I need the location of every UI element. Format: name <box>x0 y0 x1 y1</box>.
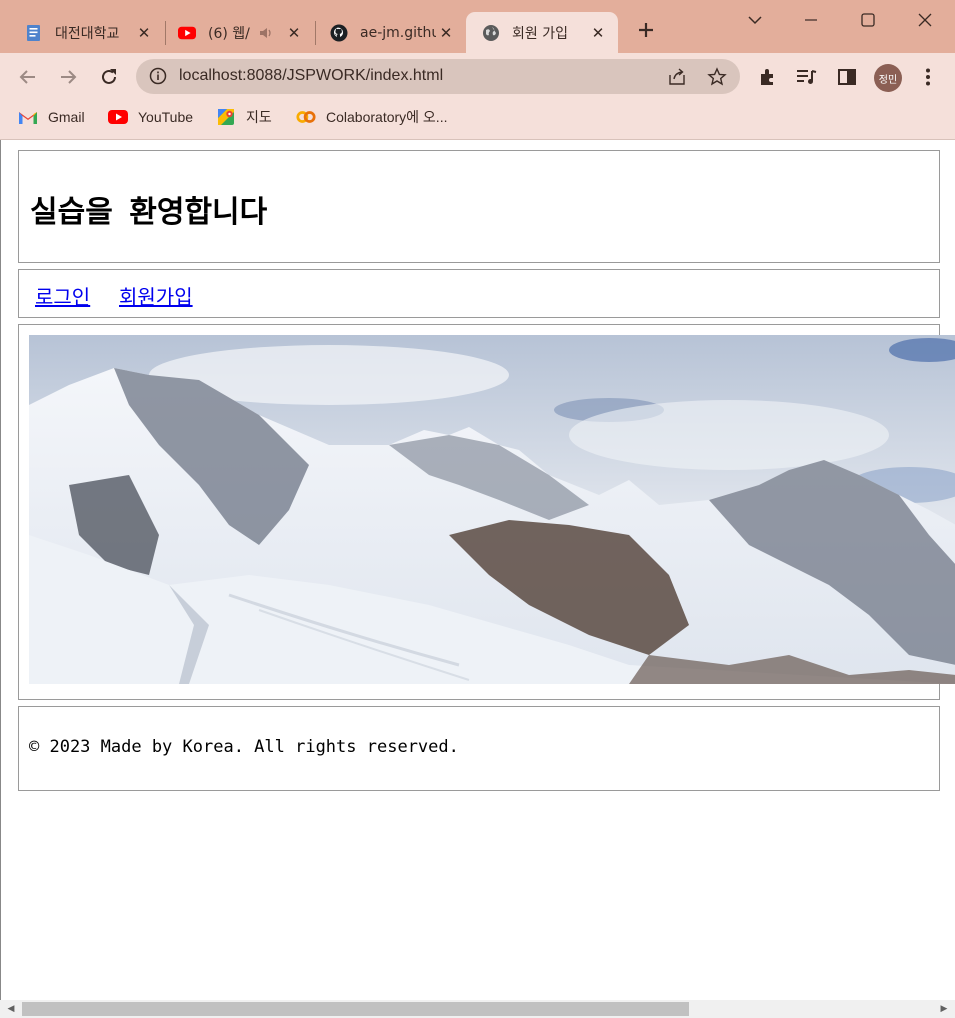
menu-kebab-icon[interactable] <box>916 65 940 89</box>
profile-initials: 정민 <box>878 74 898 86</box>
browser-toolbar: localhost:8088/JSPWORK/index.html 정민 <box>0 53 955 101</box>
tab-title: ae-jm.githu <box>360 24 436 41</box>
bookmark-maps[interactable]: 지도 <box>216 107 272 127</box>
horizontal-scrollbar[interactable]: ◀ ▶ <box>0 1000 955 1018</box>
globe-icon <box>482 24 500 42</box>
tab-youtube[interactable]: (6) 웹/ ✕ <box>162 12 314 53</box>
bookmark-colab[interactable]: Colaboratory에 오... <box>296 107 447 127</box>
bookmarks-bar: Gmail YouTube 지도 Colaboratory에 오... <box>0 101 955 140</box>
minimize-button[interactable] <box>789 6 833 34</box>
side-panel-icon[interactable] <box>835 65 859 89</box>
forward-button[interactable] <box>54 63 82 91</box>
bookmark-gmail[interactable]: Gmail <box>18 107 85 127</box>
close-icon[interactable]: ✕ <box>436 23 456 43</box>
signup-link[interactable]: 회원가입 <box>119 281 193 310</box>
bookmark-label: Gmail <box>48 109 85 125</box>
bookmark-label: YouTube <box>138 109 194 125</box>
page-main <box>18 324 955 700</box>
back-button[interactable] <box>14 63 42 91</box>
maximize-button[interactable] <box>846 6 890 34</box>
colab-icon <box>296 109 316 125</box>
tab-github[interactable]: ae-jm.githu ✕ <box>314 12 466 53</box>
speaker-icon[interactable] <box>256 26 276 40</box>
address-bar[interactable]: localhost:8088/JSPWORK/index.html <box>136 59 740 94</box>
minimize-icon <box>805 19 817 21</box>
scrollbar-thumb[interactable] <box>22 1002 689 1016</box>
github-icon <box>330 24 348 42</box>
arrow-left-icon <box>19 70 35 84</box>
page-nav: 로그인 회원가입 <box>18 269 940 318</box>
profile-avatar[interactable]: 정민 <box>874 64 902 92</box>
media-control-icon[interactable] <box>795 65 819 89</box>
info-icon[interactable] <box>149 67 167 85</box>
mountain-banner-image <box>29 335 955 684</box>
chevron-down-icon <box>748 16 762 25</box>
close-icon[interactable]: ✕ <box>588 23 608 43</box>
close-icon[interactable]: ✕ <box>134 23 154 43</box>
bookmark-label: Colaboratory에 오... <box>326 109 448 125</box>
page-footer: © 2023 Made by Korea. All rights reserve… <box>18 706 940 791</box>
tab-title: (6) 웹/ <box>208 25 250 42</box>
page-title: 실습을 환영합니다 <box>30 195 268 230</box>
close-icon[interactable]: ✕ <box>284 23 304 43</box>
maps-icon <box>216 109 236 125</box>
scroll-left-arrow-icon[interactable]: ◀ <box>2 1000 20 1018</box>
youtube-icon <box>178 24 196 42</box>
bookmark-youtube[interactable]: YouTube <box>108 107 193 127</box>
copyright-text: © 2023 Made by Korea. All rights reserve… <box>29 737 459 757</box>
tab-daejeon-university[interactable]: 대전대학교 ✕ <box>9 12 164 53</box>
tab-title: 대전대학교 <box>55 25 120 42</box>
page-header: 실습을 환영합니다 <box>18 150 940 263</box>
bookmark-label: 지도 <box>246 109 272 125</box>
tab-strip: 대전대학교 ✕ (6) 웹/ ✕ ae-jm.githu ✕ 회원 가입 ✕ <box>0 0 955 53</box>
login-link[interactable]: 로그인 <box>35 281 90 310</box>
scroll-right-arrow-icon[interactable]: ▶ <box>935 1000 953 1018</box>
page-viewport: 실습을 환영합니다 로그인 회원가입 © 2023 Made by Korea.… <box>0 140 955 1000</box>
share-icon[interactable] <box>667 67 687 87</box>
maximize-icon <box>861 13 875 27</box>
tab-title: 회원 가입 <box>512 25 568 42</box>
window-close-button[interactable] <box>903 6 947 34</box>
arrow-right-icon <box>61 70 77 84</box>
reload-button[interactable] <box>95 63 123 91</box>
tab-search-button[interactable] <box>733 6 777 34</box>
new-tab-button[interactable] <box>634 20 658 44</box>
gmail-icon <box>18 109 38 125</box>
star-icon[interactable] <box>707 67 727 87</box>
reload-icon <box>102 69 116 84</box>
address-url[interactable]: localhost:8088/JSPWORK/index.html <box>179 67 443 85</box>
close-icon <box>918 13 932 27</box>
document-icon <box>25 24 43 42</box>
plus-icon <box>639 23 653 37</box>
tab-signup-active[interactable]: 회원 가입 ✕ <box>466 12 618 53</box>
youtube-icon <box>108 109 128 125</box>
extensions-icon[interactable] <box>756 65 780 89</box>
